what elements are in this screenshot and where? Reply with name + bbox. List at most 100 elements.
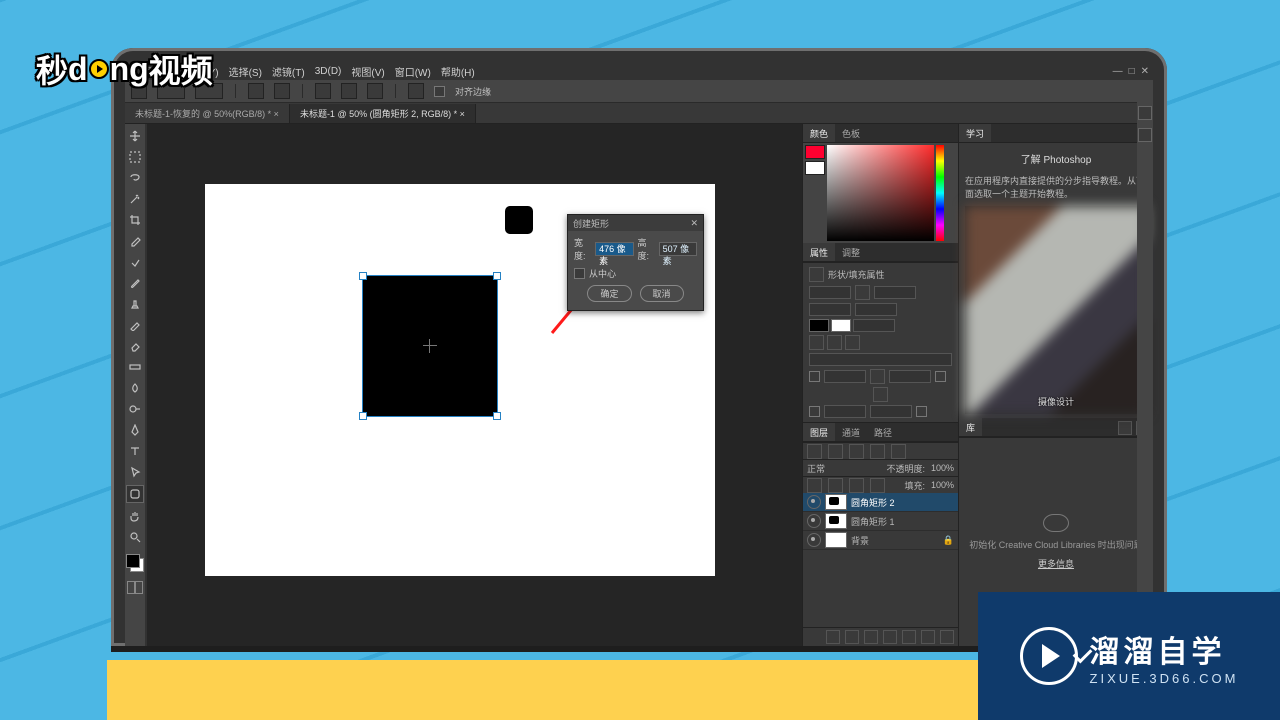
radius-bl[interactable] bbox=[824, 405, 866, 418]
layer-thumbnail[interactable] bbox=[825, 513, 847, 529]
edit-mode-toggle[interactable] bbox=[127, 581, 143, 594]
menu-item[interactable]: 选择(S) bbox=[229, 64, 262, 79]
radius-link-checkbox[interactable] bbox=[809, 371, 820, 382]
eyedropper-tool-icon[interactable] bbox=[127, 233, 143, 249]
panel-icon[interactable] bbox=[1118, 421, 1132, 435]
type-tool-icon[interactable] bbox=[127, 443, 143, 459]
tab-swatches[interactable]: 色板 bbox=[835, 124, 867, 142]
filter-icon[interactable] bbox=[828, 444, 843, 459]
tab-learn[interactable]: 学习 bbox=[959, 124, 991, 142]
learn-tutorial-thumb[interactable]: 摄像设计 bbox=[965, 206, 1147, 414]
dodge-tool-icon[interactable] bbox=[127, 401, 143, 417]
layer-row[interactable]: 圆角矩形 1 bbox=[803, 512, 958, 531]
y-field[interactable] bbox=[855, 303, 897, 316]
fx-icon[interactable] bbox=[845, 630, 859, 644]
cc-more-info-link[interactable]: 更多信息 bbox=[1038, 557, 1074, 570]
tab-adjustments[interactable]: 调整 bbox=[835, 243, 867, 261]
foreground-swatch[interactable] bbox=[805, 145, 825, 159]
menu-item[interactable]: 滤镜(T) bbox=[272, 64, 305, 79]
menu-item[interactable]: 3D(D) bbox=[315, 66, 342, 77]
document-tab[interactable]: 未标题-1-恢复的 @ 50%(RGB/8) * × bbox=[125, 104, 290, 123]
gradient-tool-icon[interactable] bbox=[127, 359, 143, 375]
adjustment-icon[interactable] bbox=[883, 630, 897, 644]
x-field[interactable] bbox=[809, 303, 851, 316]
layer-name[interactable]: 圆角矩形 1 bbox=[851, 515, 895, 528]
group-icon[interactable] bbox=[902, 630, 916, 644]
align-edges-checkbox[interactable] bbox=[434, 86, 445, 97]
rounded-rect-shape-2[interactable] bbox=[363, 276, 497, 416]
marquee-tool-icon[interactable] bbox=[127, 149, 143, 165]
shape-tool-icon[interactable] bbox=[126, 485, 144, 503]
stroke-swatch[interactable] bbox=[831, 319, 851, 332]
fill-swatch[interactable] bbox=[809, 319, 829, 332]
wand-tool-icon[interactable] bbox=[127, 191, 143, 207]
close-tab-icon[interactable]: × bbox=[460, 109, 465, 119]
blend-mode-dropdown[interactable]: 正常 bbox=[807, 462, 825, 475]
menu-item[interactable]: 帮助(H) bbox=[441, 64, 475, 79]
cancel-button[interactable]: 取消 bbox=[640, 285, 684, 302]
radius-link-checkbox[interactable] bbox=[916, 406, 927, 417]
fg-bg-color-picker[interactable] bbox=[126, 554, 144, 572]
panel-collapse-icon[interactable] bbox=[1138, 128, 1152, 142]
link-icon[interactable] bbox=[855, 285, 870, 300]
stroke-options[interactable] bbox=[809, 353, 952, 366]
close-icon[interactable]: ✕ bbox=[690, 218, 698, 229]
visibility-toggle-icon[interactable] bbox=[807, 533, 821, 547]
document-tab[interactable]: 未标题-1 @ 50% (圆角矩形 2, RGB/8) * × bbox=[290, 104, 476, 123]
close-tab-icon[interactable]: × bbox=[274, 109, 279, 119]
radius-link-checkbox[interactable] bbox=[935, 371, 946, 382]
gear-icon[interactable] bbox=[408, 83, 424, 99]
panel-collapse-icon[interactable] bbox=[1138, 106, 1152, 120]
lasso-tool-icon[interactable] bbox=[127, 170, 143, 186]
transform-handle[interactable] bbox=[493, 272, 501, 280]
visibility-toggle-icon[interactable] bbox=[807, 514, 821, 528]
link-layers-icon[interactable] bbox=[826, 630, 840, 644]
path-align-icon[interactable] bbox=[341, 83, 357, 99]
layer-row[interactable]: 圆角矩形 2 bbox=[803, 493, 958, 512]
menu-item[interactable]: 视图(V) bbox=[351, 64, 384, 79]
opacity-value[interactable]: 100% bbox=[931, 463, 954, 473]
link-all-icon[interactable] bbox=[873, 387, 888, 402]
stroke-width[interactable] bbox=[853, 319, 895, 332]
pen-tool-icon[interactable] bbox=[127, 422, 143, 438]
visibility-toggle-icon[interactable] bbox=[807, 495, 821, 509]
background-swatch[interactable] bbox=[805, 161, 825, 175]
filter-icon[interactable] bbox=[849, 444, 864, 459]
transform-handle[interactable] bbox=[493, 412, 501, 420]
hue-slider[interactable] bbox=[936, 145, 944, 241]
opt-icon[interactable] bbox=[248, 83, 264, 99]
link-icon[interactable] bbox=[870, 369, 885, 384]
menu-item[interactable]: 窗口(W) bbox=[395, 64, 431, 79]
stroke-join-icon[interactable] bbox=[845, 335, 860, 350]
transform-handle[interactable] bbox=[359, 412, 367, 420]
lock-icon[interactable] bbox=[870, 478, 885, 493]
move-tool-icon[interactable] bbox=[127, 128, 143, 144]
transform-handle[interactable] bbox=[359, 272, 367, 280]
close-icon[interactable]: ✕ bbox=[1141, 66, 1149, 77]
lock-icon[interactable] bbox=[807, 478, 822, 493]
stamp-tool-icon[interactable] bbox=[127, 296, 143, 312]
layer-thumbnail[interactable] bbox=[825, 494, 847, 510]
new-layer-icon[interactable] bbox=[921, 630, 935, 644]
layer-thumbnail[interactable] bbox=[825, 532, 847, 548]
canvas[interactable]: 创建矩形 ✕ 宽度: 476 像素 高度: 507 像素 从中心 bbox=[205, 184, 715, 576]
tab-paths[interactable]: 路径 bbox=[867, 423, 899, 441]
history-brush-icon[interactable] bbox=[127, 317, 143, 333]
canvas-area[interactable]: 创建矩形 ✕ 宽度: 476 像素 高度: 507 像素 从中心 bbox=[147, 124, 803, 646]
trash-icon[interactable] bbox=[940, 630, 954, 644]
height-input[interactable]: 507 像素 bbox=[659, 242, 697, 256]
opt-icon[interactable] bbox=[274, 83, 290, 99]
stroke-align-icon[interactable] bbox=[809, 335, 824, 350]
mask-icon[interactable] bbox=[864, 630, 878, 644]
path-combine-icon[interactable] bbox=[315, 83, 331, 99]
rounded-rect-shape-1[interactable] bbox=[505, 206, 533, 234]
filter-icon[interactable] bbox=[870, 444, 885, 459]
tab-channels[interactable]: 通道 bbox=[835, 423, 867, 441]
radius-tl[interactable] bbox=[824, 370, 866, 383]
layer-name[interactable]: 圆角矩形 2 bbox=[851, 496, 895, 509]
lock-icon[interactable] bbox=[828, 478, 843, 493]
tab-libraries[interactable]: 库 bbox=[959, 418, 982, 436]
tab-layers[interactable]: 图层 bbox=[803, 423, 835, 441]
ok-button[interactable]: 确定 bbox=[587, 285, 631, 302]
color-field[interactable] bbox=[827, 145, 934, 241]
